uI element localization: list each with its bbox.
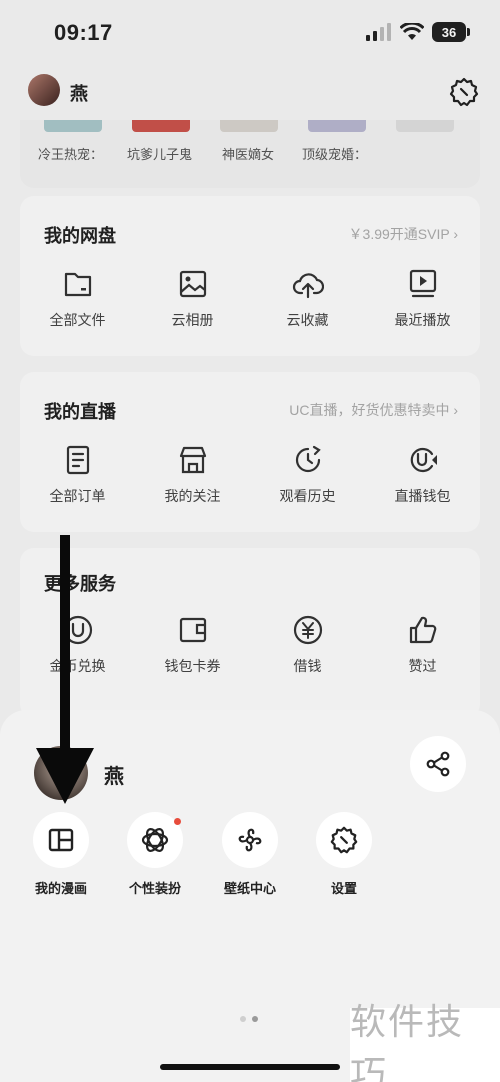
- share-button[interactable]: [410, 736, 466, 792]
- settings-label: 设置: [330, 881, 357, 896]
- personalize-button[interactable]: 个性装扮: [115, 812, 195, 897]
- theme-icon: [141, 828, 169, 852]
- home-indicator[interactable]: [160, 1064, 340, 1070]
- annotation-arrow-head: [36, 748, 94, 804]
- settings-button[interactable]: 设置: [304, 812, 384, 897]
- share-icon: [426, 751, 450, 777]
- page-dot: [240, 1016, 246, 1022]
- comic-icon: [48, 828, 74, 852]
- my-comics-label: 我的漫画: [34, 881, 87, 896]
- watermark: 软件技巧: [350, 1001, 500, 1082]
- wallpaper-icon: [238, 828, 262, 852]
- settings-icon: [330, 826, 358, 854]
- wallpaper-center-label: 壁纸中心: [223, 881, 276, 896]
- annotation-arrow-shaft: [60, 535, 70, 755]
- wallpaper-center-button[interactable]: 壁纸中心: [210, 812, 290, 897]
- page-dot-active: [252, 1016, 258, 1022]
- my-comics-button[interactable]: 我的漫画: [21, 812, 101, 897]
- page-indicator: [240, 1016, 258, 1022]
- sheet-username: 燕: [104, 766, 124, 788]
- personalize-label: 个性装扮: [128, 881, 181, 896]
- new-badge-dot: [174, 818, 181, 825]
